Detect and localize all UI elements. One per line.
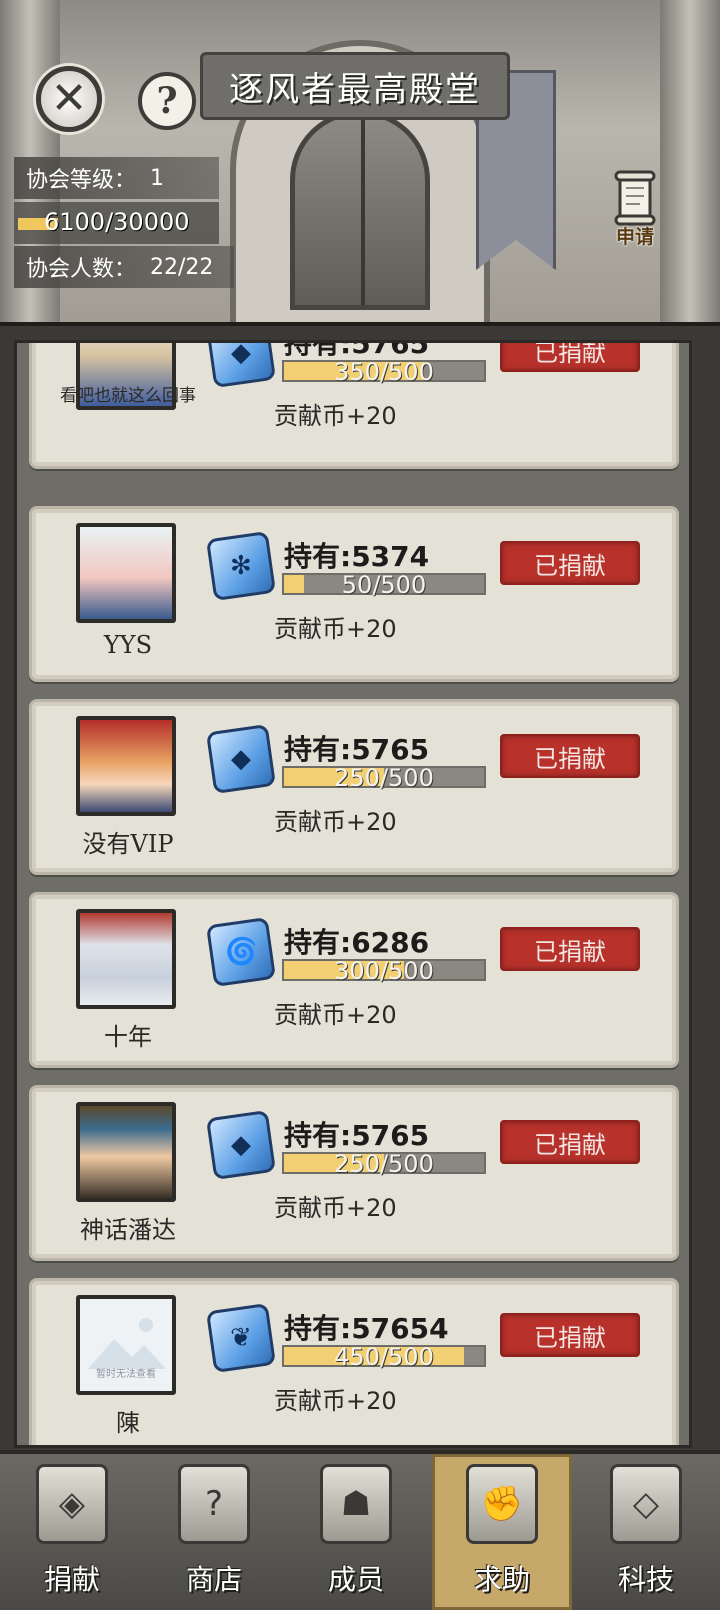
guild-level-value: 1 xyxy=(150,165,165,191)
player-avatar[interactable] xyxy=(76,523,176,623)
donation-progress-text: 250/500 xyxy=(334,764,434,792)
crystal-shard-icon: ◆ xyxy=(205,343,277,389)
help-icon: ? xyxy=(156,80,178,122)
reward-text: 贡献币+20 xyxy=(274,1387,397,1415)
donation-progress-text: 50/500 xyxy=(341,571,427,599)
item-owned-count: 持有:57654 xyxy=(284,1312,449,1345)
reward-text: 贡献币+20 xyxy=(274,1194,397,1222)
request-card: 看吧也就这么回事 ◆ 持有:5765 350/500 贡献币+20 已捐献 xyxy=(29,343,679,469)
donated-button[interactable]: 已捐献 xyxy=(500,1120,640,1164)
donation-progress-text: 350/500 xyxy=(334,358,434,386)
player-name: 陳 xyxy=(116,1409,140,1437)
nav-tab-label: 成员 xyxy=(327,1563,384,1596)
crystal-shard-icon: ◆ xyxy=(205,723,277,795)
request-card: 暂时无法查看 陳 ❦ 持有:57654 450/500 贡献币+20 已捐献 xyxy=(29,1278,679,1445)
nav-tab-label: 科技 xyxy=(617,1563,674,1596)
donated-button[interactable]: 已捐献 xyxy=(500,541,640,585)
guild-members-row: 协会人数： 22/22 xyxy=(14,246,234,288)
player-avatar[interactable] xyxy=(76,1102,176,1202)
request-card: 没有VIP ◆ 持有:5765 250/500 贡献币+20 已捐献 xyxy=(29,699,679,875)
donated-button[interactable]: 已捐献 xyxy=(500,1313,640,1357)
nav-tab-members[interactable]: ☗ 成员 xyxy=(286,1454,426,1610)
nav-tab-tech[interactable]: ◇ 科技 xyxy=(576,1454,716,1610)
guild-members-label: 协会人数： xyxy=(26,257,137,282)
item-owned-count: 持有:6286 xyxy=(284,926,430,959)
guild-exp-text: 6100/30000 xyxy=(44,208,190,236)
request-card: 神话潘达 ◆ 持有:5765 250/500 贡献币+20 已捐献 xyxy=(29,1085,679,1261)
donation-progress-bar: 300/500 xyxy=(282,957,486,985)
crystal-shard-icon: ◆ xyxy=(205,1109,277,1181)
donated-button[interactable]: 已捐献 xyxy=(500,343,640,372)
tornado-icon: 🌀 xyxy=(205,916,277,988)
help-request-list[interactable]: 看吧也就这么回事 ◆ 持有:5765 350/500 贡献币+20 已捐献 YY… xyxy=(14,340,692,1448)
request-card: YYS ✻ 持有:5374 50/500 贡献币+20 已捐献 xyxy=(29,506,679,682)
help-request-panel: 看吧也就这么回事 ◆ 持有:5765 350/500 贡献币+20 已捐献 YY… xyxy=(0,322,720,1450)
close-button[interactable]: ✕ xyxy=(36,66,102,132)
fist-help-icon: ✊ xyxy=(466,1464,538,1544)
donation-progress-bar: 250/500 xyxy=(282,764,486,792)
apply-label: 申请 xyxy=(615,226,654,248)
reward-text: 贡献币+20 xyxy=(274,1001,397,1029)
player-avatar[interactable] xyxy=(76,909,176,1009)
nav-tab-label: 捐献 xyxy=(43,1563,100,1596)
player-name: 看吧也就这么回事 xyxy=(60,386,196,406)
guild-hall-header: 逐风者最高殿堂 ✕ ? 协会等级： 1 6100/30000 协会人数： 22/… xyxy=(0,0,720,322)
apply-button[interactable]: 申请 xyxy=(600,170,670,256)
donation-progress-bar: 250/500 xyxy=(282,1150,486,1178)
player-name: YYS xyxy=(103,631,153,659)
shop-icon: ? xyxy=(178,1464,250,1544)
player-avatar-placeholder[interactable]: 暂时无法查看 xyxy=(76,1295,176,1395)
nav-tab-label: 求助 xyxy=(473,1563,530,1596)
guild-members-value: 22/22 xyxy=(150,254,214,280)
reward-text: 贡献币+20 xyxy=(274,808,397,836)
player-name: 十年 xyxy=(104,1023,152,1051)
donate-chest-icon: ◈ xyxy=(36,1464,108,1544)
nav-tab-donate[interactable]: ◈ 捐献 xyxy=(2,1454,142,1610)
help-button[interactable]: ? xyxy=(138,72,196,130)
donation-progress-text: 450/500 xyxy=(334,1343,434,1371)
tech-rune-icon: ◇ xyxy=(610,1464,682,1544)
nav-tab-shop[interactable]: ? 商店 xyxy=(144,1454,284,1610)
guild-level-row: 协会等级： 1 xyxy=(14,157,219,199)
scroll-icon xyxy=(614,170,656,226)
shadow-leaf-icon: ❦ xyxy=(205,1302,277,1374)
close-icon: ✕ xyxy=(50,73,88,124)
hall-door xyxy=(290,110,430,310)
ice-crystal-icon: ✻ xyxy=(205,530,277,602)
guild-exp-bar: 6100/30000 xyxy=(14,202,219,244)
reward-text: 贡献币+20 xyxy=(274,402,397,430)
player-name: 神话潘达 xyxy=(80,1216,176,1244)
donated-button[interactable]: 已捐献 xyxy=(500,927,640,971)
player-avatar[interactable] xyxy=(76,716,176,816)
nav-tab-label: 商店 xyxy=(185,1563,242,1596)
donation-progress-bar: 450/500 xyxy=(282,1343,486,1371)
placeholder-avatar-text: 暂时无法查看 xyxy=(96,1369,156,1380)
donation-progress-text: 250/500 xyxy=(334,1150,434,1178)
donation-progress-bar: 50/500 xyxy=(282,571,486,599)
item-owned-count: 持有:5765 xyxy=(284,733,430,766)
donated-button[interactable]: 已捐献 xyxy=(500,734,640,778)
members-hood-icon: ☗ xyxy=(320,1464,392,1544)
guild-level-label: 协会等级： xyxy=(26,168,137,193)
request-card: 十年 🌀 持有:6286 300/500 贡献币+20 已捐献 xyxy=(29,892,679,1068)
donation-progress-bar: 350/500 xyxy=(282,358,486,386)
item-owned-count: 持有:5765 xyxy=(284,1119,430,1152)
donation-progress-text: 300/500 xyxy=(334,957,434,985)
bottom-navigation: ◈ 捐献 ? 商店 ☗ 成员 ✊ 求助 ◇ 科技 xyxy=(0,1450,720,1610)
player-name: 没有VIP xyxy=(82,830,174,858)
nav-tab-help[interactable]: ✊ 求助 xyxy=(432,1454,572,1610)
guild-title-plate: 逐风者最高殿堂 xyxy=(200,52,510,120)
guild-title: 逐风者最高殿堂 xyxy=(229,69,481,110)
hall-pillar-right xyxy=(660,0,720,322)
item-owned-count: 持有:5374 xyxy=(284,540,430,573)
reward-text: 贡献币+20 xyxy=(274,615,397,643)
